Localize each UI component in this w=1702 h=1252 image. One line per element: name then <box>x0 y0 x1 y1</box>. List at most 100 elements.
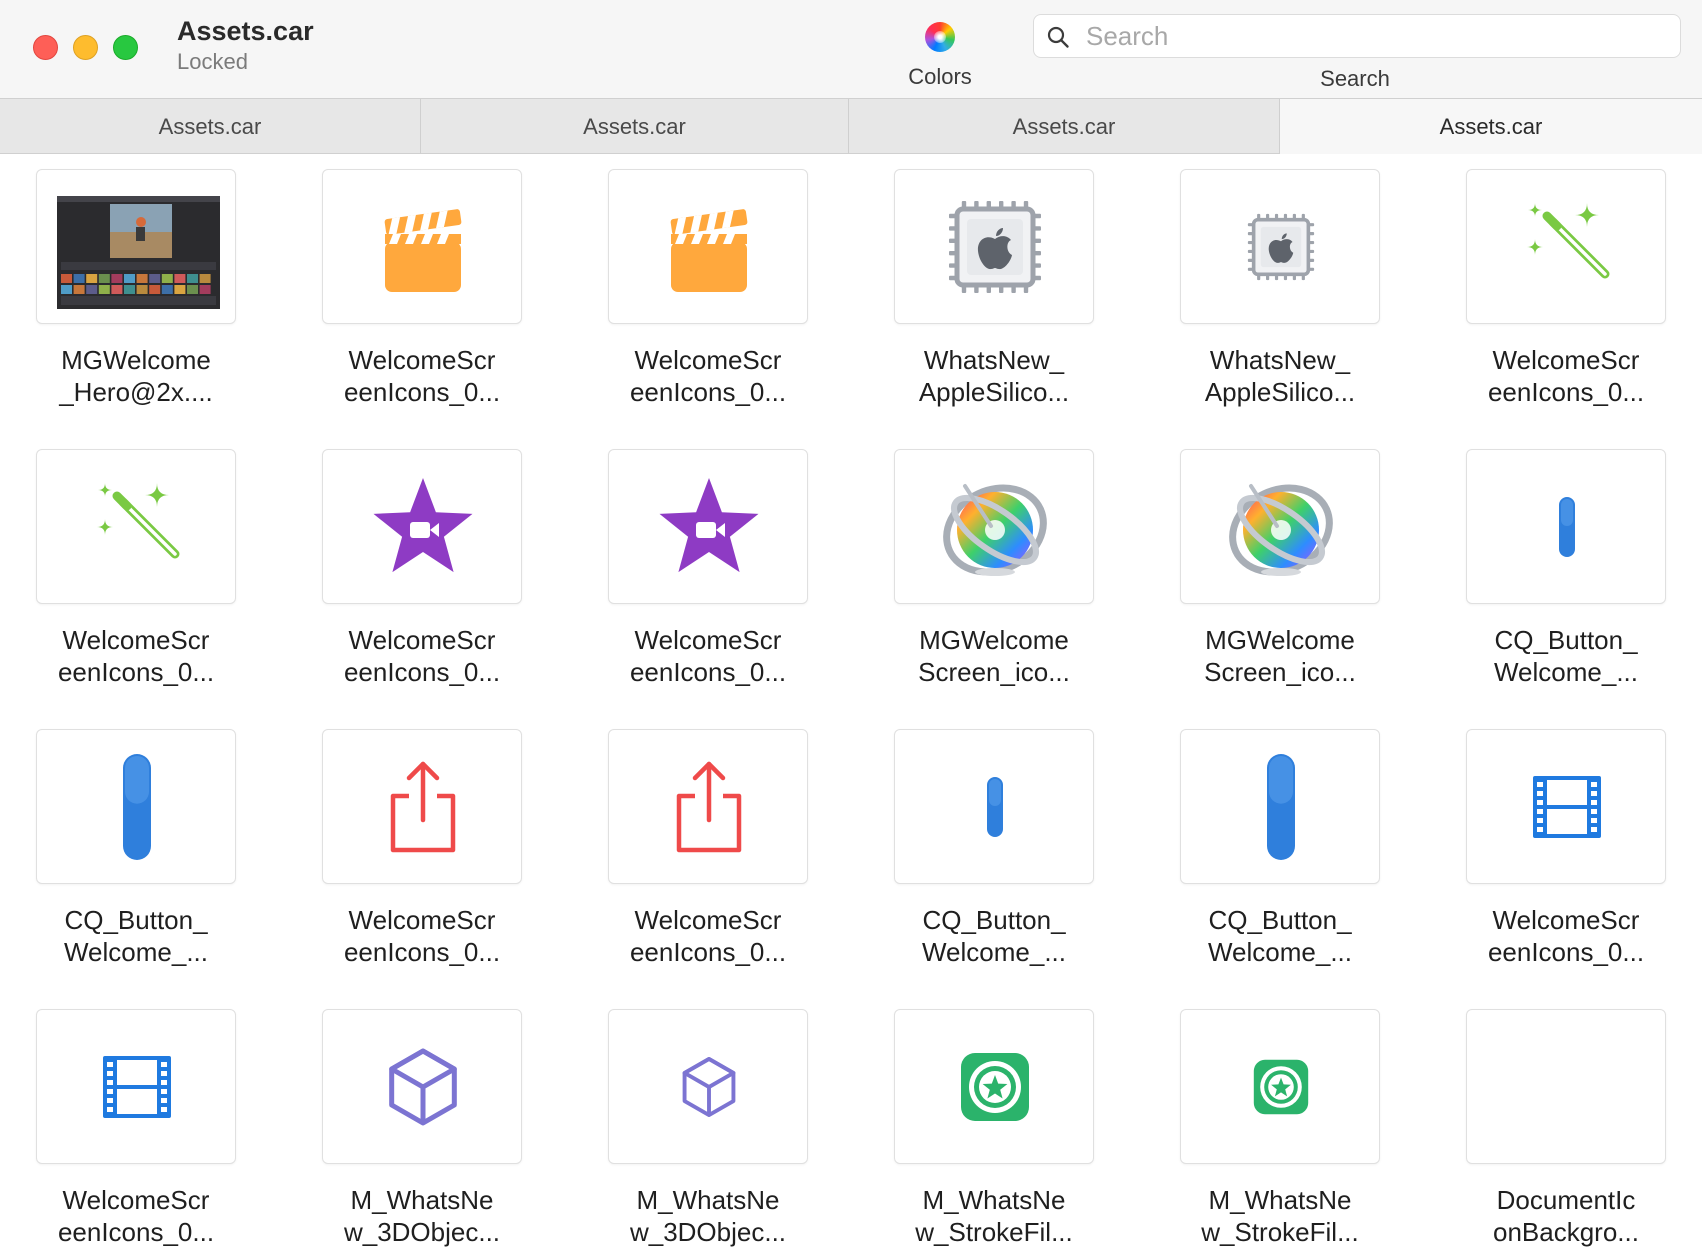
zoom-window-button[interactable] <box>113 35 138 60</box>
asset-name-line-1: M_WhatsNe <box>1208 1185 1352 1215</box>
minimize-window-button[interactable] <box>73 35 98 60</box>
asset-name: DocumentIc onBackgro... <box>1430 1184 1702 1248</box>
asset-name-line-1: WhatsNew_ <box>1209 345 1351 375</box>
search-field[interactable] <box>1033 14 1681 58</box>
asset-name: M_WhatsNe w_3DObjec... <box>286 1184 558 1248</box>
asset-thumbnail <box>1180 169 1380 324</box>
asset-item[interactable]: MGWelcome Screen_ico... <box>858 435 1144 715</box>
asset-item[interactable]: WhatsNew_ AppleSilico... <box>1144 155 1430 435</box>
asset-name-line-2: Welcome_... <box>921 937 1066 967</box>
asset-name-line-1: WelcomeScr <box>634 345 782 375</box>
asset-name: WelcomeScr eenIcons_0... <box>1430 344 1702 408</box>
asset-name-line-1: MGWelcome <box>61 345 211 375</box>
asset-name: MGWelcome Screen_ico... <box>1144 624 1416 688</box>
asset-name: WelcomeScr eenIcons_0... <box>572 904 844 968</box>
asset-item[interactable]: CQ_Button_ Welcome_... <box>1144 715 1430 995</box>
asset-item[interactable]: WelcomeScr eenIcons_0... <box>1430 155 1702 435</box>
asset-name-line-1: DocumentIc <box>1496 1185 1636 1215</box>
asset-name-line-1: M_WhatsNe <box>350 1185 494 1215</box>
magic-wand-icon <box>1527 203 1610 279</box>
toolbar: Assets.car Locked Colors Search <box>0 0 1702 98</box>
asset-name-line-2: eenIcons_0... <box>57 657 215 687</box>
asset-item[interactable]: WelcomeScr eenIcons_0... <box>286 435 572 715</box>
asset-thumbnail <box>36 729 236 884</box>
asset-item[interactable]: MGWelcome Screen_ico... <box>1144 435 1430 715</box>
asset-name-line-1: CQ_Button_ <box>922 905 1066 935</box>
asset-name-line-1: WelcomeScr <box>348 905 496 935</box>
asset-name-line-1: WelcomeScr <box>62 1185 210 1215</box>
asset-item[interactable]: WelcomeScr eenIcons_0... <box>1430 715 1702 995</box>
asset-item[interactable]: M_WhatsNe w_StrokeFil... <box>858 995 1144 1252</box>
asset-name-line-2: eenIcons_0... <box>343 377 501 407</box>
asset-name-line-1: WhatsNew_ <box>923 345 1065 375</box>
asset-item[interactable]: WhatsNew_ AppleSilico... <box>858 155 1144 435</box>
asset-item[interactable]: M_WhatsNe w_StrokeFil... <box>1144 995 1430 1252</box>
3d-cube-small-icon <box>682 1056 736 1118</box>
clapperboard-icon <box>384 209 462 292</box>
asset-name-line-1: WelcomeScr <box>348 345 496 375</box>
asset-name-line-1: WelcomeScr <box>634 905 782 935</box>
asset-name-line-1: M_WhatsNe <box>636 1185 780 1215</box>
asset-item[interactable]: WelcomeScr eenIcons_0... <box>286 155 572 435</box>
asset-name: CQ_Button_ Welcome_... <box>0 904 272 968</box>
asset-item[interactable]: DocumentIc onBackgro... <box>1430 995 1702 1252</box>
colors-button[interactable]: Colors <box>895 18 985 94</box>
tab-assets-car-4[interactable]: Assets.car <box>1280 99 1702 154</box>
asset-name-line-1: CQ_Button_ <box>1208 905 1352 935</box>
document-title: Assets.car <box>177 16 314 46</box>
asset-item[interactable]: M_WhatsNe w_3DObjec... <box>572 995 858 1252</box>
asset-thumbnail <box>894 169 1094 324</box>
blue-button-small-icon <box>987 777 1003 837</box>
asset-name: M_WhatsNe w_3DObjec... <box>572 1184 844 1248</box>
asset-item[interactable]: WelcomeScr eenIcons_0... <box>286 715 572 995</box>
asset-item[interactable]: WelcomeScr eenIcons_0... <box>572 435 858 715</box>
asset-name: WelcomeScr eenIcons_0... <box>1430 904 1702 968</box>
asset-thumbnail <box>1466 729 1666 884</box>
asset-name: WhatsNew_ AppleSilico... <box>858 344 1130 408</box>
asset-name: WelcomeScr eenIcons_0... <box>572 344 844 408</box>
tab-assets-car-2[interactable]: Assets.car <box>421 99 849 154</box>
tab-assets-car-3[interactable]: Assets.car <box>849 99 1280 154</box>
asset-name-line-2: eenIcons_0... <box>629 377 787 407</box>
asset-item[interactable]: CQ_Button_ Welcome_... <box>0 715 286 995</box>
search-input[interactable] <box>1086 19 1666 53</box>
asset-name: WelcomeScr eenIcons_0... <box>286 624 558 688</box>
stroke-filter-star-icon <box>961 1053 1029 1121</box>
asset-name-line-2: _Hero@2x.... <box>59 377 213 407</box>
asset-name: CQ_Button_ Welcome_... <box>1430 624 1702 688</box>
asset-name-line-1: CQ_Button_ <box>64 905 208 935</box>
asset-thumbnail <box>36 1009 236 1164</box>
close-window-button[interactable] <box>33 35 58 60</box>
document-subtitle: Locked <box>177 49 248 74</box>
asset-name-line-2: eenIcons_0... <box>1487 937 1645 967</box>
asset-item[interactable]: WelcomeScr eenIcons_0... <box>572 155 858 435</box>
asset-name-line-1: M_WhatsNe <box>922 1185 1066 1215</box>
asset-item[interactable]: WelcomeScr eenIcons_0... <box>0 435 286 715</box>
colors-label: Colors <box>908 64 972 89</box>
asset-name-line-2: eenIcons_0... <box>343 657 501 687</box>
asset-name-line-1: WelcomeScr <box>62 625 210 655</box>
asset-name-line-2: Welcome_... <box>63 937 208 967</box>
asset-thumbnail <box>36 449 236 604</box>
asset-thumbnail <box>1180 729 1380 884</box>
asset-item[interactable]: MGWelcome _Hero@2x.... <box>0 155 286 435</box>
tab-assets-car-1[interactable]: Assets.car <box>0 99 421 154</box>
asset-name-line-2: onBackgro... <box>1493 1217 1639 1247</box>
asset-thumbnail <box>1180 1009 1380 1164</box>
asset-thumbnail <box>608 1009 808 1164</box>
asset-grid: MGWelcome _Hero@2x.... WelcomeScr eenIcons… <box>0 155 1702 1252</box>
apple-silicon-chip-icon <box>949 201 1041 293</box>
asset-name-line-1: WelcomeScr <box>1492 905 1640 935</box>
asset-thumbnail <box>1466 1009 1666 1164</box>
asset-name: WelcomeScr eenIcons_0... <box>572 624 844 688</box>
asset-item[interactable]: WelcomeScr eenIcons_0... <box>572 715 858 995</box>
apple-silicon-chip-small-icon <box>1247 213 1315 281</box>
asset-item[interactable]: WelcomeScr eenIcons_0... <box>0 995 286 1252</box>
asset-name-line-2: eenIcons_0... <box>629 937 787 967</box>
asset-item[interactable]: CQ_Button_ Welcome_... <box>1430 435 1702 715</box>
asset-item[interactable]: CQ_Button_ Welcome_... <box>858 715 1144 995</box>
color-wheel-icon <box>925 22 955 52</box>
asset-thumbnail <box>608 449 808 604</box>
asset-item[interactable]: M_WhatsNe w_3DObjec... <box>286 995 572 1252</box>
asset-name: M_WhatsNe w_StrokeFil... <box>858 1184 1130 1248</box>
